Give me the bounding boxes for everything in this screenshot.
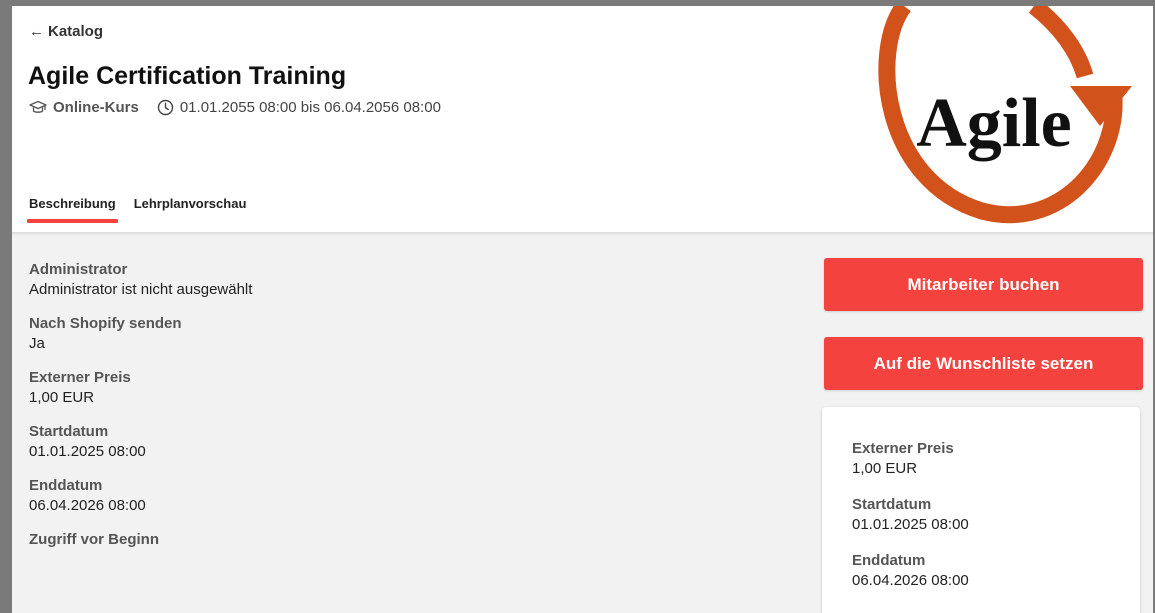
detail-value: 01.01.2025 08:00 (29, 443, 146, 460)
graduation-cap-icon (29, 100, 47, 116)
course-header: ← Katalog Agile Certification Training On… (12, 6, 1153, 232)
detail-start-date: Startdatum 01.01.2025 08:00 (29, 422, 729, 462)
summary-fields: Externer Preis 1,00 EUR Startdatum 01.01… (852, 439, 969, 607)
tab-bar: Beschreibung Lehrplanvorschau (27, 196, 264, 223)
detail-label: Nach Shopify senden (29, 315, 182, 332)
summary-start-date: Startdatum 01.01.2025 08:00 (852, 495, 969, 535)
back-link-label: Katalog (48, 23, 104, 40)
clock-icon (157, 99, 174, 116)
summary-value: 06.04.2026 08:00 (852, 572, 969, 589)
arrow-left-icon: ← (29, 23, 44, 40)
course-type: Online-Kurs (53, 99, 139, 116)
summary-label: Externer Preis (852, 440, 954, 457)
detail-end-date: Enddatum 06.04.2026 08:00 (29, 476, 729, 516)
course-date-range: 01.01.2055 08:00 bis 06.04.2056 08:00 (179, 99, 441, 116)
detail-value: Ja (29, 335, 45, 352)
back-to-catalog-link[interactable]: ← Katalog (29, 23, 103, 40)
summary-label: Startdatum (852, 496, 932, 513)
detail-administrator: Administrator Administrator ist nicht au… (29, 260, 729, 300)
detail-value: Administrator ist nicht ausgewählt (29, 281, 253, 298)
summary-end-date: Enddatum 06.04.2026 08:00 (852, 551, 969, 591)
summary-label: Enddatum (852, 552, 926, 569)
summary-value: 1,00 EUR (852, 460, 918, 477)
logo-text: Agile (916, 85, 1072, 162)
detail-label: Startdatum (29, 423, 109, 440)
detail-label: Zugriff vor Beginn (29, 531, 159, 548)
detail-label: Externer Preis (29, 369, 131, 386)
course-detail-page: ← Katalog Agile Certification Training On… (12, 6, 1153, 613)
tab-beschreibung[interactable]: Beschreibung (27, 196, 118, 223)
detail-access-before-start: Zugriff vor Beginn (29, 530, 729, 570)
summary-card: Externer Preis 1,00 EUR Startdatum 01.01… (822, 407, 1140, 613)
summary-external-price: Externer Preis 1,00 EUR (852, 439, 969, 479)
detail-value: 1,00 EUR (29, 389, 95, 406)
detail-label: Enddatum (29, 477, 103, 494)
summary-value: 01.01.2025 08:00 (852, 516, 969, 533)
detail-value (29, 550, 729, 570)
course-meta: Online-Kurs 01.01.2055 08:00 bis 06.04.2… (29, 99, 441, 116)
detail-external-price: Externer Preis 1,00 EUR (29, 368, 729, 408)
detail-value: 06.04.2026 08:00 (29, 497, 146, 514)
header-divider (12, 232, 1153, 236)
add-to-wishlist-button[interactable]: Auf die Wunschliste setzen (824, 337, 1143, 390)
page-title: Agile Certification Training (28, 62, 347, 90)
course-details: Administrator Administrator ist nicht au… (29, 260, 729, 584)
book-employee-button[interactable]: Mitarbeiter buchen (824, 258, 1143, 311)
tab-lehrplanvorschau[interactable]: Lehrplanvorschau (134, 196, 247, 223)
detail-label: Administrator (29, 261, 128, 278)
course-logo: Agile (878, 6, 1132, 224)
detail-shopify: Nach Shopify senden Ja (29, 314, 729, 354)
